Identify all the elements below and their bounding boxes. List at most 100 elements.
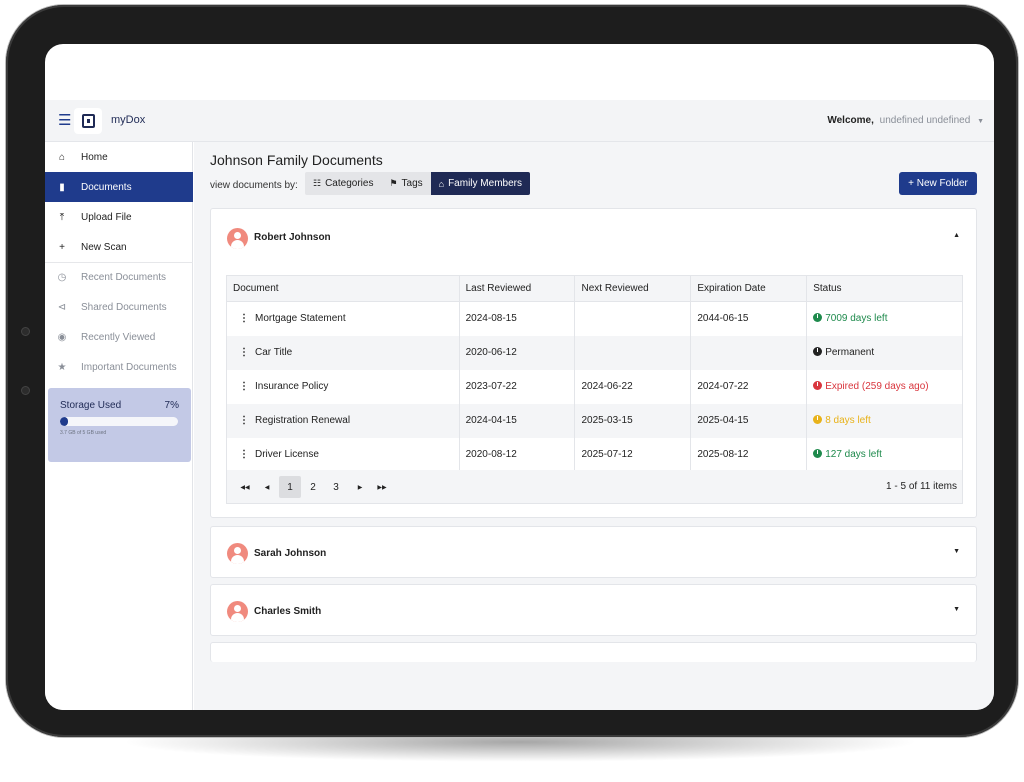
member-name[interactable]: Sarah Johnson: [254, 548, 326, 559]
view-family-members-button[interactable]: ⌂ Family Members: [430, 172, 530, 195]
view-mode-switch: ☷ Categories ⚑ Tags ⌂ Family Members: [305, 172, 530, 195]
star-icon: ★: [57, 361, 67, 373]
sidebar-item-label: Upload File: [81, 211, 132, 223]
table-row[interactable]: ⋮ Mortgage Statement 2024-08-15 2044-06-1…: [226, 301, 963, 336]
clock-icon: [813, 449, 823, 458]
storage-widget: Storage Used 7% 3.7 GB of 5 GB used: [48, 388, 191, 462]
sidebar-item-label: Recent Documents: [81, 271, 167, 283]
next-reviewed-cell: 2025-03-15: [574, 403, 692, 438]
document-name: Car Title: [255, 347, 293, 358]
sidebar: ⌂ Home ▮ Documents ⤒ Upload File + New S…: [45, 142, 193, 710]
page-button-3[interactable]: 3: [326, 476, 346, 498]
expiration-date-cell: 2025-04-15: [690, 403, 808, 438]
kebab-menu-icon[interactable]: ⋮: [239, 449, 249, 460]
table-row[interactable]: ⋮ Insurance Policy 2023-07-22 2024-06-22 …: [226, 369, 963, 404]
new-folder-button[interactable]: + New Folder: [899, 172, 977, 195]
clock-icon: ◷: [57, 271, 67, 283]
table-row[interactable]: ⋮ Driver License 2020-08-12 2025-07-12 20…: [226, 437, 963, 472]
user-menu[interactable]: Welcome, undefined undefined ▼: [827, 115, 984, 126]
member-card-charles-smith[interactable]: Charles Smith ▼: [210, 584, 977, 636]
page-button-2[interactable]: 2: [303, 476, 323, 498]
last-reviewed-cell: 2020-08-12: [458, 437, 576, 472]
sidebar-item-label: Important Documents: [81, 361, 177, 373]
kebab-menu-icon[interactable]: ⋮: [239, 347, 249, 358]
sidebar-item-label: Documents: [81, 181, 132, 193]
status-cell: 8 days left: [806, 403, 963, 438]
storage-progress-fill: [60, 417, 69, 426]
last-reviewed-cell: 2020-06-12: [458, 335, 576, 370]
sidebar-item-important-documents[interactable]: ★ Important Documents: [45, 352, 193, 382]
tablet-frame: ☰ myDox Welcome, undefined undefined ▼ ⌂…: [6, 5, 1018, 737]
family-icon: ⌂: [438, 178, 445, 189]
camera-dot: [21, 327, 30, 336]
next-page-icon[interactable]: ▶: [350, 476, 370, 498]
last-reviewed-cell: 2023-07-22: [458, 369, 576, 404]
column-header-last-reviewed[interactable]: Last Reviewed: [458, 275, 576, 302]
hamburger-menu-icon[interactable]: ☰: [58, 113, 71, 129]
member-card-partial: [210, 642, 977, 662]
storage-progress-bar: [60, 417, 178, 426]
status-text: 8 days left: [825, 415, 871, 426]
first-page-icon[interactable]: ◀◀: [235, 476, 255, 498]
eye-icon: ◉: [57, 331, 67, 343]
clock-icon: [813, 347, 823, 356]
welcome-label: Welcome,: [827, 115, 874, 126]
column-header-status[interactable]: Status: [806, 275, 963, 302]
prev-page-icon[interactable]: ◀: [257, 476, 277, 498]
clock-icon: [813, 415, 823, 424]
sidebar-item-new-scan[interactable]: + New Scan: [45, 232, 193, 262]
kebab-menu-icon[interactable]: ⋮: [239, 415, 249, 426]
next-reviewed-cell: [574, 301, 692, 336]
page-title: Johnson Family Documents: [210, 152, 383, 168]
main-content: Johnson Family Documents view documents …: [194, 142, 994, 710]
document-name: Driver License: [255, 449, 319, 460]
collapse-caret-up-icon[interactable]: ▲: [953, 232, 960, 239]
sitemap-icon: ☷: [313, 178, 322, 188]
status-cell: 7009 days left: [806, 301, 963, 336]
view-option-label: Categories: [325, 178, 374, 189]
sensor-dot: [21, 386, 30, 395]
expiration-date-cell: [690, 335, 808, 370]
top-bar: ☰ myDox Welcome, undefined undefined ▼: [45, 100, 994, 142]
status-text: Permanent: [825, 347, 875, 358]
table-row[interactable]: ⋮ Car Title 2020-06-12 Permanent: [226, 335, 963, 370]
view-by-label: view documents by:: [210, 180, 298, 191]
next-reviewed-cell: 2025-07-12: [574, 437, 692, 472]
status-text: 7009 days left: [825, 313, 888, 325]
documents-table: Document Last Reviewed Next Reviewed Exp…: [226, 275, 963, 472]
view-categories-button[interactable]: ☷ Categories: [305, 172, 382, 195]
expand-caret-down-icon[interactable]: ▼: [953, 606, 960, 613]
upload-icon: ⤒: [59, 211, 65, 223]
column-header-expiration-date[interactable]: Expiration Date: [690, 275, 808, 302]
tag-icon: ⚑: [389, 178, 398, 188]
expand-caret-down-icon[interactable]: ▼: [953, 548, 960, 555]
user-name: undefined undefined: [879, 115, 971, 126]
member-card-sarah-johnson[interactable]: Sarah Johnson ▼: [210, 526, 977, 578]
kebab-menu-icon[interactable]: ⋮: [239, 313, 249, 324]
column-header-document[interactable]: Document: [226, 275, 460, 302]
clock-icon: [813, 381, 823, 390]
sidebar-item-home[interactable]: ⌂ Home: [45, 142, 193, 172]
sidebar-item-documents[interactable]: ▮ Documents: [45, 172, 193, 202]
column-header-next-reviewed[interactable]: Next Reviewed: [574, 275, 692, 302]
clock-icon: [813, 313, 823, 323]
next-reviewed-cell: 2024-06-22: [574, 369, 692, 404]
sidebar-item-recently-viewed[interactable]: ◉ Recently Viewed: [45, 322, 193, 352]
sidebar-item-label: Recently Viewed: [81, 331, 156, 343]
table-row[interactable]: ⋮ Registration Renewal 2024-04-15 2025-03…: [226, 403, 963, 438]
pagination-info: 1 - 5 of 11 items: [886, 481, 957, 492]
page-button-1[interactable]: 1: [279, 476, 301, 498]
last-page-icon[interactable]: ▶▶: [372, 476, 392, 498]
status-cell: Expired (259 days ago): [806, 369, 963, 404]
sidebar-item-recent-documents[interactable]: ◷ Recent Documents: [45, 262, 193, 292]
member-name[interactable]: Robert Johnson: [254, 232, 331, 243]
status-cell: Permanent: [806, 335, 963, 370]
sidebar-item-shared-documents[interactable]: ⊲ Shared Documents: [45, 292, 193, 322]
logo-icon: [81, 114, 95, 128]
sidebar-item-upload-file[interactable]: ⤒ Upload File: [45, 202, 193, 232]
status-text: 127 days left: [825, 449, 882, 460]
kebab-menu-icon[interactable]: ⋮: [239, 381, 249, 392]
view-tags-button[interactable]: ⚑ Tags: [381, 172, 431, 195]
member-name[interactable]: Charles Smith: [254, 606, 321, 617]
status-cell: 127 days left: [806, 437, 963, 472]
